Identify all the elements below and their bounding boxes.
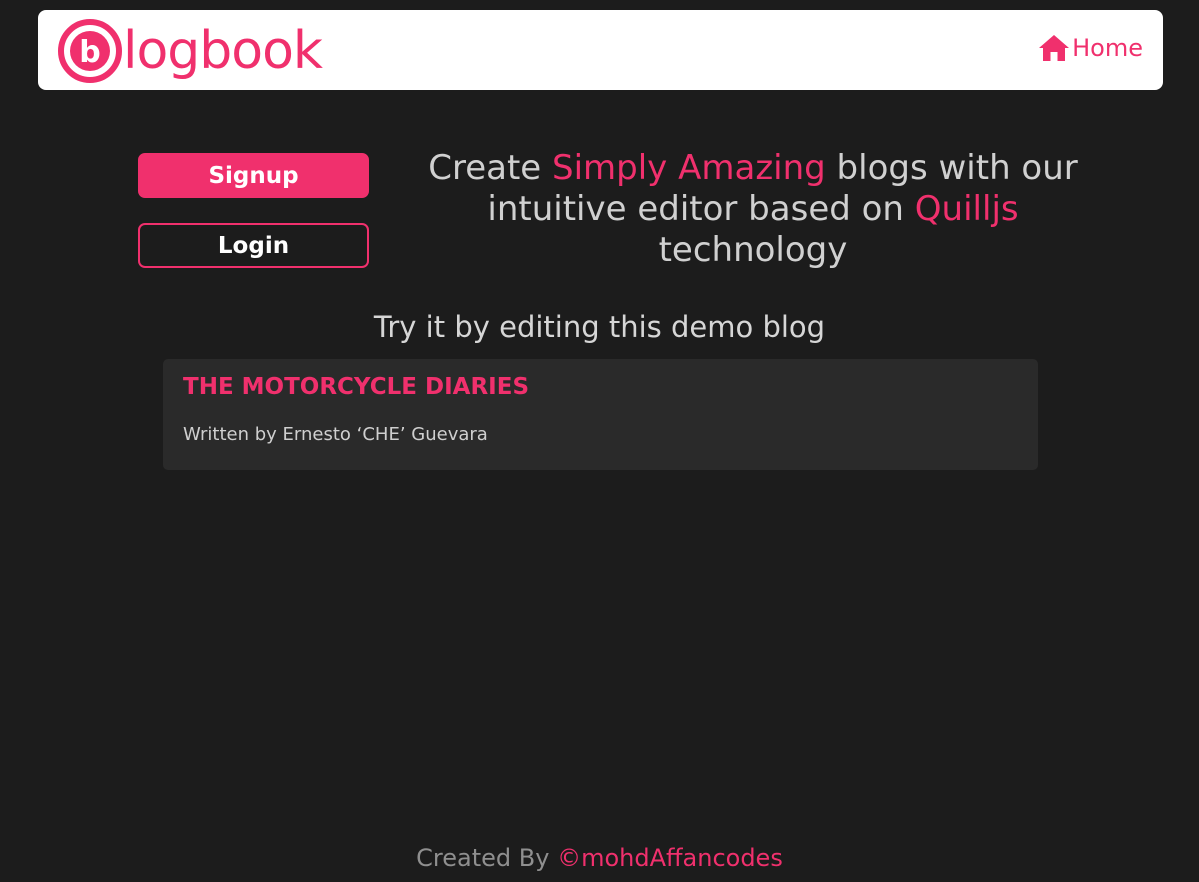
signup-button[interactable]: Signup bbox=[138, 153, 369, 198]
footer: Created By ©mohdAffancodes bbox=[0, 844, 1199, 872]
navbar: b logbook Home bbox=[38, 10, 1163, 90]
logo-text: logbook bbox=[123, 21, 323, 81]
logo-b-icon: b bbox=[58, 19, 122, 83]
blog-author: Written by Ernesto ‘CHE’ Guevara bbox=[183, 424, 488, 445]
logo-letter: b bbox=[79, 35, 100, 70]
home-label: Home bbox=[1072, 34, 1143, 62]
hero-part-1: Create bbox=[428, 148, 552, 188]
hero-accent-quilljs: Quilljs bbox=[914, 189, 1019, 229]
hero-part-3: technology bbox=[658, 230, 848, 270]
footer-author-link[interactable]: ©mohdAffancodes bbox=[557, 844, 783, 872]
home-link[interactable]: Home bbox=[1038, 34, 1143, 62]
demo-blog-card[interactable]: THE MOTORCYCLE DIARIES Written by Ernest… bbox=[163, 359, 1038, 470]
blog-title[interactable]: THE MOTORCYCLE DIARIES bbox=[183, 374, 529, 400]
demo-heading: Try it by editing this demo blog bbox=[373, 310, 826, 344]
hero-accent-simply-amazing: Simply Amazing bbox=[552, 148, 826, 188]
hero-text: Create Simply Amazing blogs with our int… bbox=[403, 148, 1103, 271]
home-icon bbox=[1039, 35, 1070, 61]
login-button[interactable]: Login bbox=[138, 223, 369, 268]
logo[interactable]: b logbook bbox=[57, 18, 323, 84]
footer-prefix: Created By bbox=[416, 844, 558, 872]
